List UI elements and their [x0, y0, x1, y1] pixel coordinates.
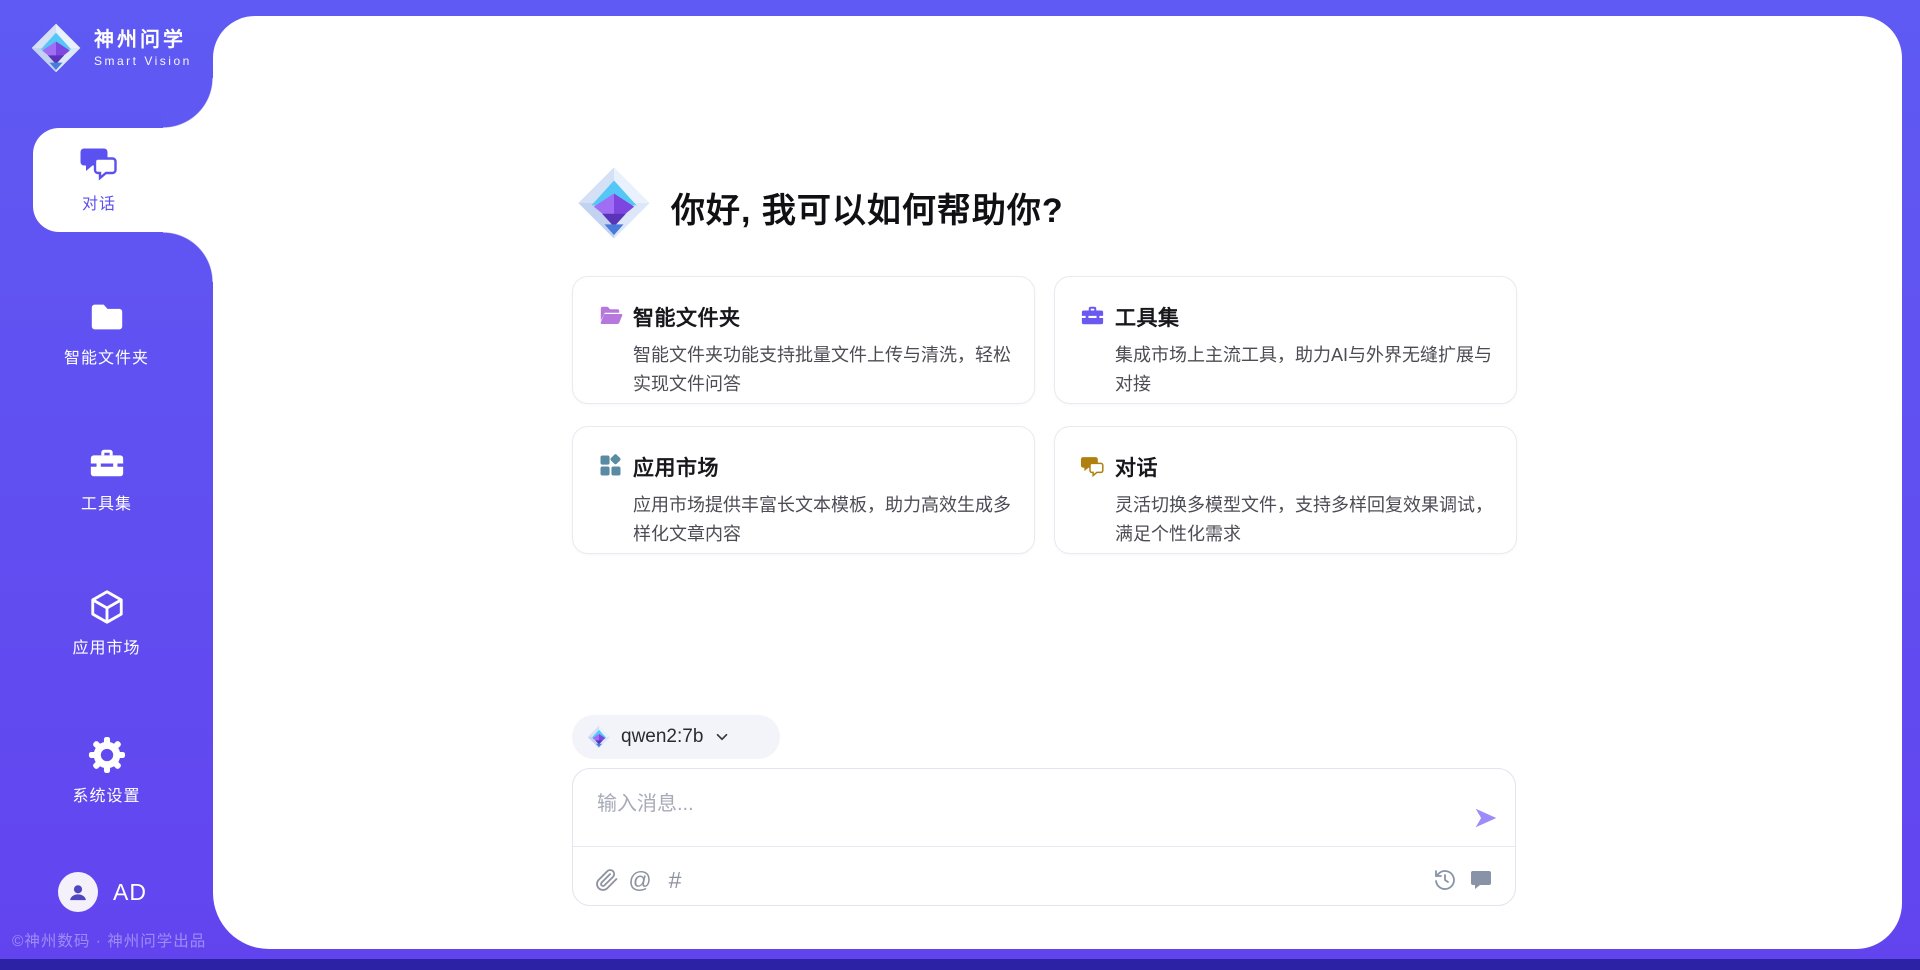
card-title: 工具集 — [1115, 302, 1180, 332]
send-icon[interactable] — [1473, 805, 1499, 831]
card-description: 集成市场上主流工具，助力AI与外界无缝扩展与对接 — [1115, 341, 1497, 399]
sidebar-item-label: 系统设置 — [72, 782, 140, 806]
sidebar-item-settings[interactable]: 系统设置 — [0, 736, 213, 806]
cube-icon — [88, 588, 126, 626]
avatar — [58, 872, 98, 912]
brand-name-en: Smart Vision — [94, 54, 192, 68]
sidebar-item-label: 应用市场 — [72, 634, 140, 658]
active-tab-curve-bottom — [163, 232, 213, 282]
feature-cards: 智能文件夹 智能文件夹功能支持批量文件上传与清洗，轻松实现文件问答 工具集 集成… — [572, 276, 1517, 554]
grid-icon — [598, 453, 623, 478]
toolbox-icon — [88, 444, 126, 482]
message-input[interactable] — [595, 785, 1459, 841]
card-smart-folder[interactable]: 智能文件夹 智能文件夹功能支持批量文件上传与清洗，轻松实现文件问答 — [572, 276, 1035, 404]
active-tab-curve-top — [163, 78, 213, 128]
mention-icon[interactable]: @ — [628, 868, 652, 892]
model-name: qwen2:7b — [621, 726, 703, 748]
card-description: 应用市场提供丰富长文本模板，助力高效生成多样化文章内容 — [633, 491, 1015, 549]
user-initials: AD — [113, 879, 147, 906]
composer-divider — [573, 846, 1515, 847]
sidebar-item-label: 工具集 — [81, 490, 132, 514]
card-title: 对话 — [1115, 452, 1158, 482]
sidebar-item-label: 对话 — [82, 190, 116, 214]
copyright-footer: ©神州数码 · 神州问学出品 — [12, 929, 206, 951]
brand-diamond-icon — [30, 22, 82, 74]
card-description: 灵活切换多模型文件，支持多样回复效果调试，满足个性化需求 — [1115, 491, 1497, 549]
sidebar-item-app-market[interactable]: 应用市场 — [0, 588, 213, 658]
model-diamond-icon — [587, 725, 611, 749]
person-icon — [66, 880, 90, 904]
main-panel: 你好, 我可以如何帮助你? 智能文件夹 智能文件夹功能支持批量文件上传与清洗，轻… — [213, 16, 1902, 949]
toolbox-icon — [1080, 303, 1105, 328]
user-account[interactable]: AD — [58, 872, 147, 912]
model-selector[interactable]: qwen2:7b — [572, 715, 780, 759]
card-title: 智能文件夹 — [633, 302, 741, 332]
message-composer: @ # — [572, 768, 1516, 906]
history-icon[interactable] — [1433, 868, 1457, 892]
card-title: 应用市场 — [633, 452, 719, 482]
sidebar-item-toolset[interactable]: 工具集 — [0, 444, 213, 514]
card-chat[interactable]: 对话 灵活切换多模型文件，支持多样回复效果调试，满足个性化需求 — [1054, 426, 1517, 554]
card-toolset[interactable]: 工具集 集成市场上主流工具，助力AI与外界无缝扩展与对接 — [1054, 276, 1517, 404]
comment-icon[interactable] — [1469, 868, 1493, 892]
greeting-title: 你好, 我可以如何帮助你? — [671, 183, 1064, 232]
folder-open-icon — [598, 303, 623, 328]
card-app-market[interactable]: 应用市场 应用市场提供丰富长文本模板，助力高效生成多样化文章内容 — [572, 426, 1035, 554]
bottom-bar — [0, 959, 1920, 970]
gear-icon — [88, 736, 126, 774]
app-window: 神州问学 Smart Vision 对话 智能文件夹 工具集 应用市场 系统设置… — [0, 0, 1920, 970]
brand-name-cn: 神州问学 — [94, 29, 192, 51]
sidebar-item-smart-folder[interactable]: 智能文件夹 — [0, 298, 213, 368]
sidebar-item-label: 智能文件夹 — [64, 344, 149, 368]
greeting-diamond-icon — [576, 165, 652, 241]
chat-icon — [79, 142, 119, 182]
chevron-down-icon — [713, 728, 731, 746]
card-description: 智能文件夹功能支持批量文件上传与清洗，轻松实现文件问答 — [633, 341, 1015, 399]
hashtag-icon[interactable]: # — [663, 868, 687, 892]
folder-icon — [88, 298, 126, 336]
sidebar-item-chat[interactable]: 对话 — [33, 142, 165, 214]
chat-icon — [1080, 453, 1105, 478]
paperclip-icon[interactable] — [595, 868, 619, 892]
brand-logo: 神州问学 Smart Vision — [30, 22, 192, 74]
